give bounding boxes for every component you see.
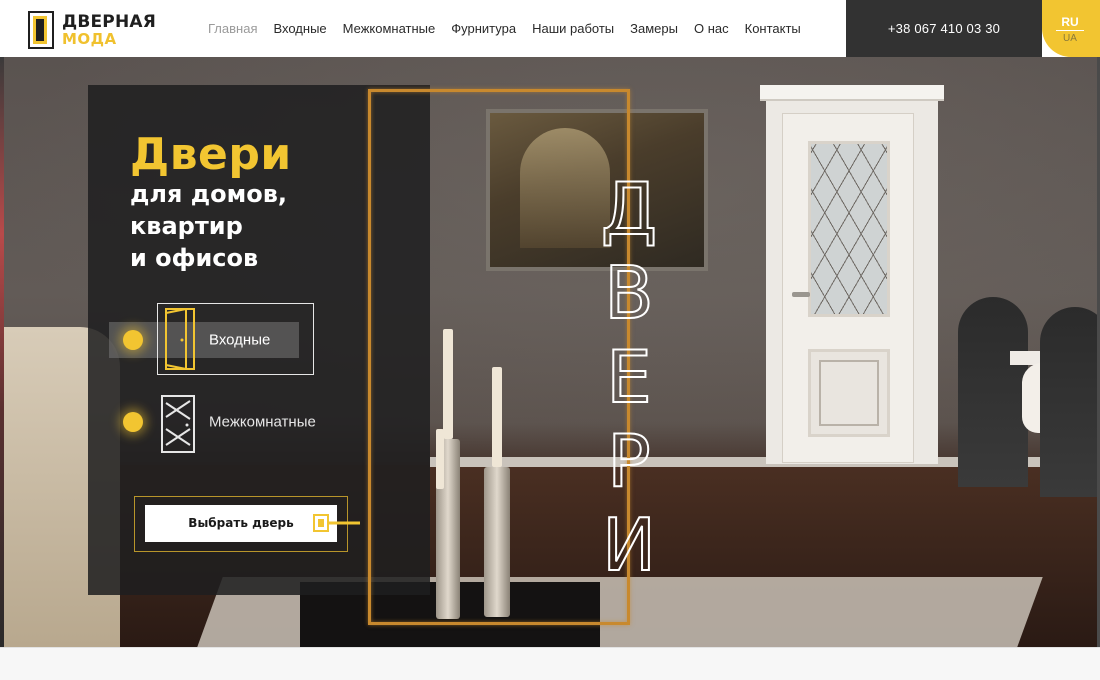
next-section-edge bbox=[0, 647, 1100, 680]
main-nav: Главная Входные Межкомнатные Фурнитура Н… bbox=[200, 0, 809, 57]
vertical-letter: Д bbox=[600, 166, 658, 252]
hero-subtitle: для домов, квартир и офисов bbox=[130, 178, 390, 274]
phone-link[interactable]: +38 067 410 03 30 bbox=[888, 21, 1000, 36]
door-handle-icon bbox=[792, 292, 810, 297]
category-interior[interactable]: Межкомнатные bbox=[109, 402, 369, 442]
language-switcher: RU UA bbox=[1042, 0, 1100, 57]
hero-title: Двери bbox=[130, 129, 292, 180]
nav-item-home[interactable]: Главная bbox=[208, 21, 257, 36]
logo-text-primary: ДВЕРНАЯ bbox=[62, 11, 157, 32]
nav-item-measurements[interactable]: Замеры bbox=[630, 21, 678, 36]
dining-chair bbox=[1040, 307, 1100, 497]
hero-subtitle-line: квартир bbox=[130, 212, 243, 240]
nav-item-entrance[interactable]: Входные bbox=[273, 21, 326, 36]
dining-chair bbox=[958, 297, 1028, 487]
logo-door-icon bbox=[28, 11, 54, 49]
vertical-letter: И bbox=[601, 502, 657, 588]
door-glass-panel bbox=[808, 141, 890, 317]
phone-block: +38 067 410 03 30 bbox=[846, 0, 1042, 57]
category-dot-icon bbox=[123, 412, 143, 432]
logo-text-secondary: МОДА bbox=[62, 29, 117, 48]
decorative-gold-frame bbox=[368, 89, 630, 625]
vertical-letter: Р bbox=[606, 418, 651, 504]
logo[interactable]: ДВЕРНАЯ МОДА bbox=[28, 10, 168, 50]
vertical-doors-word: Д В Е Р И bbox=[596, 166, 662, 588]
hero-subtitle-line: для домов, bbox=[130, 180, 288, 208]
door-cornice bbox=[760, 85, 944, 101]
nav-item-contacts[interactable]: Контакты bbox=[745, 21, 801, 36]
category-dot-icon bbox=[123, 330, 143, 350]
left-edge bbox=[0, 57, 4, 647]
nav-item-portfolio[interactable]: Наши работы bbox=[532, 21, 614, 36]
interior-door-icon bbox=[160, 395, 196, 458]
site-header: ДВЕРНАЯ МОДА Главная Входные Межкомнатны… bbox=[0, 0, 1100, 57]
lang-ua[interactable]: UA bbox=[1056, 33, 1084, 44]
choose-door-button[interactable]: Выбрать дверь bbox=[145, 505, 337, 542]
hero-subtitle-line: и офисов bbox=[130, 244, 259, 272]
nav-item-about[interactable]: О нас bbox=[694, 21, 729, 36]
entrance-door-icon bbox=[164, 307, 196, 375]
vertical-letter: В bbox=[603, 250, 654, 336]
nav-item-interior[interactable]: Межкомнатные bbox=[343, 21, 436, 36]
vertical-letter: Е bbox=[605, 334, 653, 420]
lang-ru[interactable]: RU bbox=[1056, 15, 1084, 31]
key-icon bbox=[313, 512, 361, 534]
nav-item-hardware[interactable]: Фурнитура bbox=[451, 21, 516, 36]
door-lower-panel bbox=[808, 349, 890, 437]
category-label: Межкомнатные bbox=[209, 413, 316, 431]
